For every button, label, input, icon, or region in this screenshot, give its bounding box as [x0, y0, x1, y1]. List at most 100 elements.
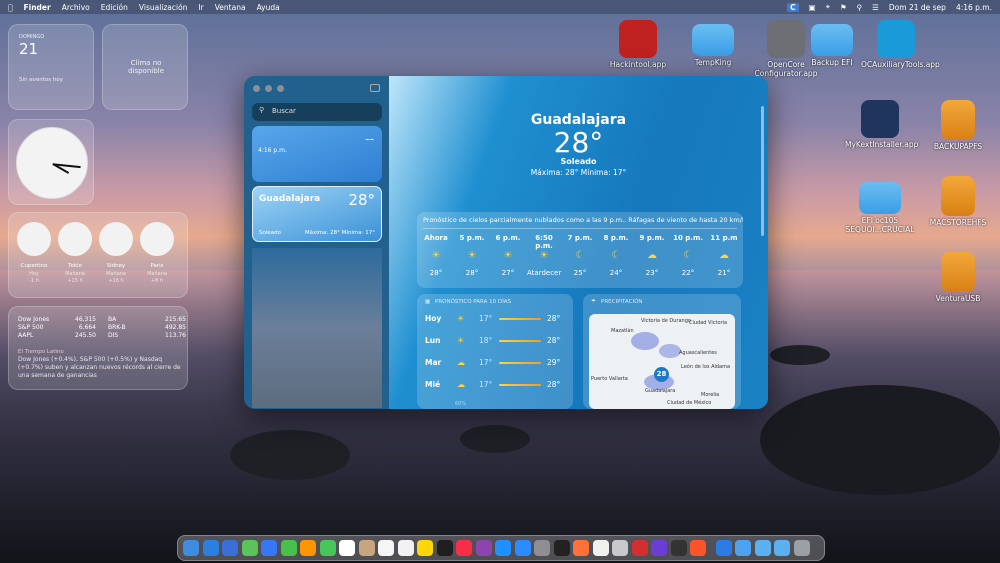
menu-visualizacion[interactable]: Visualización: [139, 3, 188, 12]
folder-icon[interactable]: [754, 540, 771, 556]
clock-widget[interactable]: [8, 119, 94, 205]
reminders-icon[interactable]: [378, 540, 394, 556]
terminal-icon[interactable]: [553, 540, 570, 556]
desktop-icon-ocauxiliarytools[interactable]: OCAuxiliaryTools.app: [861, 20, 940, 69]
desktop-icon-macstorehfs[interactable]: MACSTOREHFS: [923, 176, 993, 227]
contacts-book-icon[interactable]: [358, 540, 375, 556]
menu-ayuda[interactable]: Ayuda: [257, 3, 280, 12]
world-clock-day: Hoy: [29, 271, 39, 277]
external-drive-icon: [941, 176, 975, 216]
status-app-badge[interactable]: C: [787, 2, 799, 12]
apple-menu-icon[interactable]: : [8, 3, 13, 12]
menubar-time[interactable]: 4:16 p.m.: [956, 3, 992, 12]
desktop-icon-mykextinstaller[interactable]: MyKextInstaller.app: [845, 100, 918, 149]
notes-icon[interactable]: [397, 540, 414, 556]
hourly-forecast-panel[interactable]: Pronóstico de cielos parcialmente nublad…: [417, 212, 743, 288]
finder-icon[interactable]: [183, 540, 199, 556]
search-icon[interactable]: ⚲: [857, 3, 863, 12]
wallpaper-rock: [230, 430, 350, 480]
close-button[interactable]: [253, 85, 260, 92]
menubar-date[interactable]: Dom 21 de sep: [889, 3, 946, 12]
map-city-label: Ciudad de México: [667, 400, 712, 406]
appstore-icon[interactable]: [514, 540, 531, 556]
folder-icon[interactable]: [774, 540, 790, 556]
weather-condition-icon: ☁: [457, 358, 465, 367]
flag-icon[interactable]: ⚑: [840, 3, 847, 12]
stock-name: BA: [108, 316, 117, 323]
map-city-label: León de los Aldama: [681, 364, 731, 370]
search-input[interactable]: ⚲ Buscar: [252, 103, 382, 121]
map-city-label: Guadalajara: [645, 388, 676, 394]
menu-finder[interactable]: Finder: [24, 3, 51, 12]
trash-icon[interactable]: [793, 540, 810, 556]
stock-value: 113.76: [165, 332, 186, 339]
appletv-icon[interactable]: [436, 540, 453, 556]
forecast-low: 18°: [479, 336, 493, 345]
wifi-icon[interactable]: ⌖: [826, 2, 830, 12]
onenote-icon[interactable]: [651, 540, 667, 556]
safari-icon[interactable]: [202, 540, 219, 556]
location-card-temp: --: [365, 132, 374, 146]
word-icon[interactable]: [715, 540, 732, 556]
forecast-high: 28°: [547, 314, 561, 323]
calendar-icon[interactable]: [339, 540, 355, 556]
menu-ir[interactable]: Ir: [198, 3, 203, 12]
desktop-icon-hackintool[interactable]: Hackintool.app: [603, 20, 673, 69]
precipitation-panel[interactable]: ☂ PRECIPITACIÓN 28 Victoria de Durango Ci…: [583, 294, 741, 409]
desktop-icon-venturausb[interactable]: VenturaUSB: [923, 252, 993, 303]
calendar-widget[interactable]: DOMINGO 21 Sin eventos hoy: [8, 24, 94, 110]
stock-value: 6,664: [78, 324, 96, 331]
weather-widget[interactable]: Clima no disponible: [102, 24, 188, 110]
keyboard-icon[interactable]: ▣: [809, 3, 816, 12]
acrobat-icon[interactable]: [631, 540, 648, 556]
launchpad-icon[interactable]: [222, 540, 238, 556]
map-city-label: Victoria de Durango: [641, 318, 691, 324]
location-card-current[interactable]: -- 4:16 p.m.: [252, 126, 382, 182]
stocks-widget[interactable]: Dow Jones 46,315 S&P 500 6,664 AAPL 245.50 BA 2…: [8, 306, 188, 390]
desktop-icon-efi-oc105[interactable]: EFI oc105 SEQUOI...CRUCIAL: [845, 178, 915, 234]
desktop-icon-backup-efi[interactable]: Backup EFI: [797, 20, 867, 67]
menu-archivo[interactable]: Archivo: [62, 3, 90, 12]
forecast-range-bar: [499, 384, 541, 386]
menu-ventana[interactable]: Ventana: [215, 3, 246, 12]
photos-icon[interactable]: [280, 540, 297, 556]
minimize-button[interactable]: [265, 85, 272, 92]
forecast-high: 28°: [547, 336, 561, 345]
desktop-icon-tempking[interactable]: TempKing: [678, 20, 748, 67]
news-icon[interactable]: [495, 540, 511, 556]
chrome-icon[interactable]: [592, 540, 609, 556]
precipitation-map[interactable]: 28 Victoria de Durango Ciudad Victoria Maz…: [589, 314, 735, 409]
stock-name: DIS: [108, 332, 119, 339]
music-icon[interactable]: [456, 540, 472, 556]
stickies-icon[interactable]: [417, 540, 433, 556]
control-center-icon[interactable]: ☰: [872, 3, 879, 12]
folder-icon[interactable]: [735, 540, 751, 556]
weather-condition-icon: ☀: [431, 250, 441, 261]
ccleaner-icon[interactable]: [670, 540, 687, 556]
world-clock-widget[interactable]: Cupertino Hoy -1 h Tokio Mañana +15 h Sidney Ma…: [8, 212, 188, 298]
messages-icon[interactable]: [241, 540, 258, 556]
location-card-temp: 28°: [348, 191, 375, 209]
firefox-icon[interactable]: [573, 540, 589, 556]
calendar-date: 21: [19, 40, 39, 58]
preview-icon[interactable]: [612, 540, 628, 556]
map-temp-marker[interactable]: 28: [654, 367, 669, 382]
zoom-button[interactable]: [277, 85, 284, 92]
location-card-city: Guadalajara: [259, 194, 321, 204]
podcasts-icon[interactable]: [475, 540, 492, 556]
menu-edicion[interactable]: Edición: [101, 3, 128, 12]
contacts-icon[interactable]: [300, 540, 316, 556]
search-icon: ⚲: [259, 106, 265, 114]
mail-icon[interactable]: [261, 540, 277, 556]
mykextinstaller-icon: [861, 100, 899, 138]
settings-icon[interactable]: [534, 540, 550, 556]
hourly-time: 11 p.m: [710, 234, 738, 242]
sidebar-toggle-icon[interactable]: [370, 84, 380, 92]
ten-day-forecast-panel[interactable]: ▦ PRONÓSTICO PARA 10 DÍAS Hoy ☀ 17° 28° Lun ☀…: [417, 294, 573, 409]
forecast-low: 17°: [479, 314, 493, 323]
facetime-icon[interactable]: [319, 540, 336, 556]
brave-icon[interactable]: [690, 540, 706, 556]
location-card-guadalajara[interactable]: Guadalajara 28° Soleado Máxima: 28° Míni…: [252, 186, 382, 242]
ocauxiliarytools-icon: [877, 20, 915, 58]
desktop-icon-backupapfs[interactable]: BACKUPAPFS: [923, 100, 993, 151]
